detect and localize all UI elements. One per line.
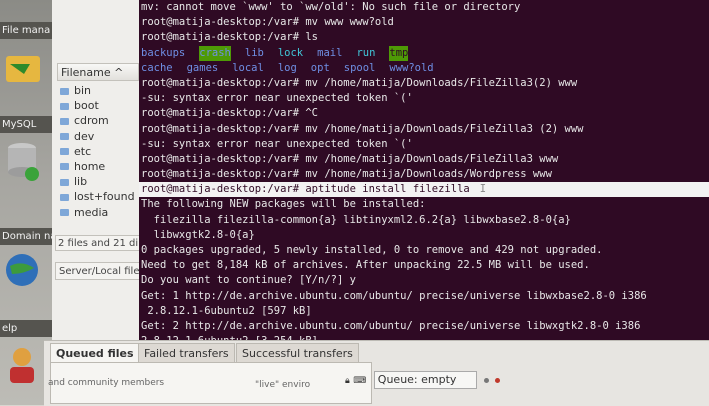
tab-successful-transfers[interactable]: Successful transfers [236, 343, 359, 362]
list-item[interactable]: etc [60, 144, 144, 159]
terminal-line: The following NEW packages will be insta… [141, 198, 426, 211]
terminal-window[interactable]: mv: cannot move `www' to `ww/old': No su… [139, 0, 709, 347]
ls-entry: log [277, 61, 297, 74]
terminal-line: Do you want to continue? [Y/n/?] y [141, 274, 356, 287]
local-status-bar: 2 files and 21 dir [55, 235, 145, 251]
terminal-line: filezilla filezilla-common{a} libtinyxml… [141, 213, 571, 226]
ls-entry: local [232, 61, 264, 74]
terminal-line: Need to get 8,184 kB of archives. After … [141, 259, 590, 272]
folder-icon[interactable] [4, 50, 44, 86]
folder-icon [60, 209, 69, 216]
terminal-line: libwxgtk2.8-0{a} [141, 228, 255, 241]
list-item[interactable]: dev [60, 129, 144, 144]
ls-entry: games [186, 61, 219, 74]
folder-icon [60, 117, 69, 125]
ls-entry: backups [141, 46, 186, 59]
folder-icon [60, 178, 69, 186]
mysql-label: MySQL [0, 116, 58, 133]
database-icon[interactable] [6, 140, 42, 184]
list-item[interactable]: bin [60, 83, 144, 98]
filename-column-header[interactable]: Filename ^ [57, 63, 139, 81]
keyboard-icon: ⌨ [353, 376, 367, 386]
queue-status: 🔒︎ ⌨ Queue: empty [345, 371, 525, 389]
text-cursor-icon: I [479, 183, 487, 196]
ls-entry: run [356, 46, 376, 59]
terminal-line: 0 packages upgraded, 5 newly installed, … [141, 244, 603, 256]
terminal-line: root@matija-desktop:/var# mv /home/matij… [141, 168, 552, 181]
domain-label: Domain na [0, 228, 58, 245]
local-folder-list: bin boot cdrom dev etc home lib lost+fou… [60, 83, 144, 220]
terminal-line: 2.8.12.1-6ubuntu2 [597 kB] [141, 304, 312, 317]
indicator-dot-icon [483, 377, 489, 383]
terminal-line: root@matija-desktop:/var# ls [141, 31, 319, 44]
terminal-line: Get: 1 http://de.archive.ubuntu.com/ubun… [141, 289, 647, 302]
background-text: "live" enviro [255, 380, 311, 390]
ls-entry: www?old [389, 61, 434, 74]
folder-icon [60, 87, 69, 95]
tab-failed-transfers[interactable]: Failed transfers [138, 343, 235, 362]
folder-icon [60, 193, 69, 201]
terminal-line: Get: 2 http://de.archive.ubuntu.com/ubun… [141, 319, 641, 332]
ls-entry: spool [343, 61, 376, 74]
list-item[interactable]: lost+found [60, 189, 144, 204]
local-site-label: Server/Local file [55, 262, 145, 280]
indicator-dot-icon [495, 377, 501, 383]
list-item[interactable]: boot [60, 98, 144, 113]
terminal-current-command: root@matija-desktop:/var# aptitude insta… [139, 182, 709, 198]
list-item[interactable]: lib [60, 174, 144, 189]
terminal-line: root@matija-desktop:/var# mv /home/matij… [141, 152, 559, 165]
ls-entry: mail [317, 46, 343, 59]
folder-icon [60, 148, 69, 156]
help-person-icon[interactable] [4, 345, 44, 385]
ls-entry: opt [310, 61, 330, 74]
ls-entry: tmp [389, 45, 409, 61]
ls-output-row-1: backups crash lib lock mail run tmp [139, 45, 709, 61]
ls-entry: lock [277, 46, 304, 59]
terminal-line: -su: syntax error near unexpected token … [141, 137, 413, 150]
list-item[interactable]: media [60, 205, 144, 220]
lock-icon: 🔒︎ [345, 376, 350, 386]
folder-icon [60, 163, 69, 171]
terminal-line: root@matija-desktop:/var# mv www www?old [141, 16, 394, 29]
queue-status-label: Queue: empty [373, 371, 478, 389]
terminal-line: root@matija-desktop:/var# mv /home/matij… [141, 122, 584, 135]
ls-entry: cache [141, 61, 173, 74]
list-item[interactable]: cdrom [60, 113, 144, 128]
terminal-line: root@matija-desktop:/var# mv /home/matij… [141, 76, 578, 89]
terminal-line: root@matija-desktop:/var# ^C [141, 107, 319, 120]
file-manager-label: File mana [0, 22, 58, 39]
folder-icon [60, 102, 69, 110]
tab-queued-files[interactable]: Queued files [50, 343, 140, 362]
ls-entry: lib [244, 46, 264, 59]
terminal-line: mv: cannot move `www' to `ww/old': No su… [141, 1, 521, 13]
help-label: elp [0, 320, 58, 337]
terminal-line: -su: syntax error near unexpected token … [141, 92, 413, 105]
list-item[interactable]: home [60, 159, 144, 174]
background-text: and community members [48, 378, 165, 388]
ls-output-row-2: cache games local log opt spool www?old [139, 61, 709, 76]
folder-icon [60, 133, 69, 141]
ls-entry: crash [199, 45, 231, 61]
globe-icon[interactable] [4, 252, 44, 288]
